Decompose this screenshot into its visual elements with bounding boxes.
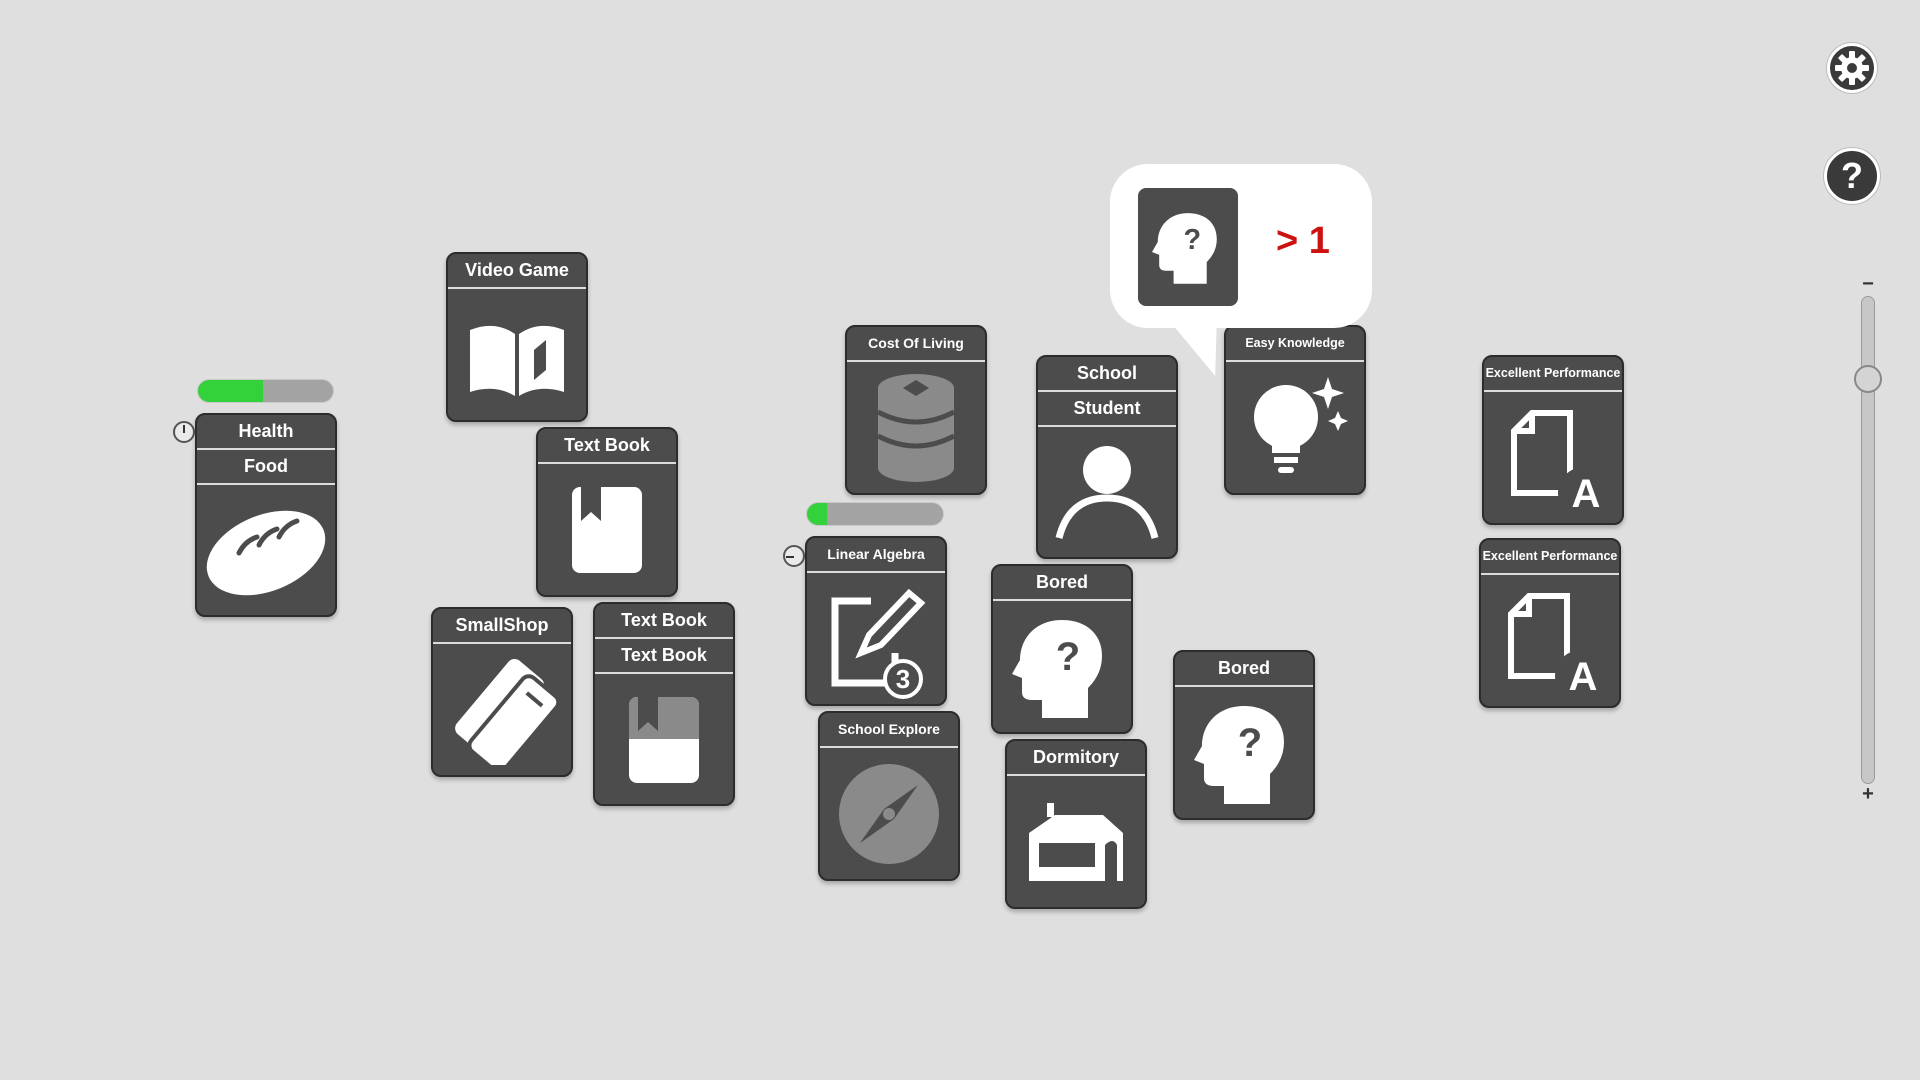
- card-text-book[interactable]: Text Book: [536, 427, 678, 597]
- head-question-icon: ?: [993, 601, 1131, 732]
- grade-letter: A: [1569, 655, 1598, 696]
- head-question-icon: ?: [1175, 687, 1313, 818]
- coin-stack-icon: [847, 362, 985, 493]
- price-tag-icon: [433, 644, 571, 775]
- health-food-timer-icon: [173, 421, 195, 443]
- lightbulb-sparkle-icon: [1226, 362, 1364, 493]
- svg-text:?: ?: [1056, 635, 1080, 679]
- zoom-out-button[interactable]: −: [1860, 274, 1876, 294]
- open-book-icon: [448, 289, 586, 420]
- card-dormitory[interactable]: Dormitory: [1005, 739, 1147, 909]
- document-grade-icon: A: [1484, 392, 1622, 523]
- health-food-progress-bar: [197, 379, 334, 403]
- card-easy-knowledge-title: Easy Knowledge: [1226, 327, 1364, 362]
- card-bored-2-title: Bored: [1175, 652, 1313, 687]
- card-text-book-stack-title2: Text Book: [595, 639, 733, 674]
- grade-letter: A: [1572, 472, 1601, 513]
- card-health-food[interactable]: Health Food: [195, 413, 337, 617]
- linear-algebra-progress-fill: [807, 503, 828, 525]
- zoom-in-button[interactable]: +: [1860, 784, 1876, 804]
- card-linear-algebra[interactable]: Linear Algebra 3: [805, 536, 947, 706]
- speech-bubble: ? > 1: [1110, 164, 1372, 328]
- card-excellent-performance-1[interactable]: Excellent Performance A: [1482, 355, 1624, 525]
- card-video-game[interactable]: Video Game: [446, 252, 588, 422]
- card-smallshop-title: SmallShop: [433, 609, 571, 644]
- card-excellent-performance-2-title: Excellent Performance: [1481, 540, 1619, 575]
- gear-icon: [1835, 51, 1869, 85]
- card-school-explore-title: School Explore: [820, 713, 958, 748]
- card-excellent-performance-2[interactable]: Excellent Performance A: [1479, 538, 1621, 708]
- card-cost-of-living-title: Cost Of Living: [847, 327, 985, 362]
- zoom-slider-handle[interactable]: [1854, 365, 1882, 393]
- card-school-explore[interactable]: School Explore: [818, 711, 960, 881]
- person-icon: [1038, 427, 1176, 557]
- book-half-icon: [595, 674, 733, 804]
- card-smallshop[interactable]: SmallShop: [431, 607, 573, 777]
- card-easy-knowledge[interactable]: Easy Knowledge: [1224, 325, 1366, 495]
- head-question-icon: ?: [1138, 188, 1238, 306]
- card-school-student-title2: Student: [1038, 392, 1176, 427]
- svg-text:?: ?: [1184, 224, 1202, 256]
- card-video-game-title: Video Game: [448, 254, 586, 289]
- card-dormitory-title: Dormitory: [1007, 741, 1145, 776]
- speech-bubble-text: > 1: [1276, 220, 1330, 262]
- linear-algebra-timer-icon: [783, 545, 805, 567]
- card-text-book-title: Text Book: [538, 429, 676, 464]
- document-grade-icon: A: [1481, 575, 1619, 706]
- card-linear-algebra-title: Linear Algebra: [807, 538, 945, 573]
- card-bored-1-title: Bored: [993, 566, 1131, 601]
- card-school-student-title1: School: [1038, 357, 1176, 392]
- card-bored-1[interactable]: Bored ?: [991, 564, 1133, 734]
- card-excellent-performance-1-title: Excellent Performance: [1484, 357, 1622, 392]
- card-bored-2[interactable]: Bored ?: [1173, 650, 1315, 820]
- book-bookmark-icon: [538, 464, 676, 595]
- help-button[interactable]: ?: [1824, 148, 1880, 204]
- settings-button[interactable]: [1827, 43, 1877, 93]
- linear-algebra-progress-bar: [806, 502, 944, 526]
- card-text-book-stack-title1: Text Book: [595, 604, 733, 639]
- house-icon: [1007, 776, 1145, 907]
- svg-text:?: ?: [1238, 721, 1262, 765]
- compass-icon: [820, 748, 958, 879]
- card-school-student[interactable]: School Student: [1036, 355, 1178, 559]
- health-food-progress-fill: [198, 380, 263, 402]
- bread-icon: [197, 485, 335, 615]
- card-cost-of-living[interactable]: Cost Of Living: [845, 325, 987, 495]
- linear-algebra-badge: 3: [896, 664, 910, 694]
- card-health-food-title1: Health: [197, 415, 335, 450]
- card-health-food-title2: Food: [197, 450, 335, 485]
- edit-note-icon: 3: [807, 573, 945, 704]
- card-text-book-stack[interactable]: Text Book Text Book: [593, 602, 735, 806]
